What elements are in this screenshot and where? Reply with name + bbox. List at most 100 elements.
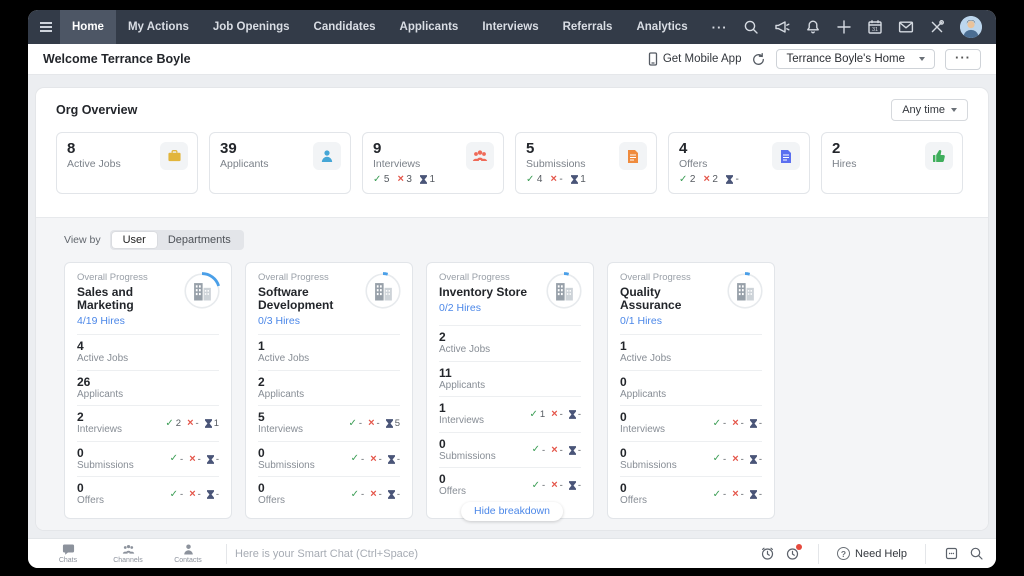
cross-icon: ×	[187, 417, 194, 429]
add-icon[interactable]	[836, 19, 852, 35]
department-card-quality-assurance[interactable]: Overall Progress Quality Assurance 0/1 H…	[607, 262, 775, 519]
hide-breakdown-button[interactable]: Hide breakdown	[461, 502, 563, 521]
stat-card-offers[interactable]: 4 Offers ✓ 2 × 2 -	[668, 132, 810, 194]
setup-icon[interactable]	[929, 19, 945, 35]
dept-row-applicants: 2 Applicants	[258, 369, 400, 406]
chats-button[interactable]: Chats	[38, 543, 98, 564]
dept-row-applicants: 11 Applicants	[439, 360, 581, 397]
channels-group-icon	[122, 544, 134, 554]
dept-row-interviews: 0 Interviews ✓ - × - -	[620, 405, 762, 441]
hourglass-icon	[749, 419, 757, 428]
channels-button[interactable]: Channels	[98, 543, 158, 564]
hourglass-icon	[206, 490, 214, 499]
check-icon: ✓	[531, 444, 541, 455]
dashboard-selector[interactable]: Terrance Boyle's Home	[776, 49, 935, 69]
tab-analytics[interactable]: Analytics	[624, 10, 699, 44]
department-card-sales-and-marketing[interactable]: Overall Progress Sales and Marketing 4/1…	[64, 262, 232, 519]
briefcase-icon	[160, 142, 188, 170]
dept-row-submissions: 0 Submissions ✓ - × - -	[77, 440, 219, 477]
help-icon: ?	[837, 547, 851, 560]
hourglass-icon	[568, 481, 576, 490]
calendar-icon[interactable]: 31	[867, 19, 883, 35]
offers-breakdown: ✓ 2 × 2 -	[679, 173, 739, 186]
history-clock-icon[interactable]	[785, 544, 803, 561]
stat-card-hires[interactable]: 2 Hires	[821, 132, 963, 194]
department-card-inventory-store[interactable]: Overall Progress Inventory Store 0/2 Hir…	[426, 262, 594, 519]
cross-icon: ×	[397, 173, 404, 185]
recent-items-icon[interactable]	[944, 546, 959, 561]
check-icon: ✓	[165, 417, 174, 429]
page-title: Welcome Terrance Boyle	[43, 52, 191, 66]
check-icon: ✓	[169, 488, 179, 500]
divider	[925, 543, 926, 564]
stat-card-active-jobs[interactable]: 8 Active Jobs	[56, 132, 198, 194]
stat-card-applicants[interactable]: 39 Applicants	[209, 132, 351, 194]
dept-row-offers: 0 Offers ✓ - × - -	[620, 476, 762, 512]
hires-link[interactable]: 0/3 Hires	[258, 315, 360, 327]
search-icon[interactable]	[743, 19, 759, 35]
check-icon: ✓	[373, 173, 382, 185]
navbar-actions: 31	[743, 10, 996, 44]
dept-row-interviews: 2 Interviews ✓ 2 × -1	[77, 405, 219, 441]
check-icon: ✓	[526, 173, 535, 185]
tab-candidates[interactable]: Candidates	[302, 10, 388, 44]
hourglass-icon	[204, 419, 212, 428]
stat-card-interviews[interactable]: 9 Interviews ✓ 5 × 3 1	[362, 132, 504, 194]
reminder-clock-icon[interactable]	[760, 546, 775, 561]
dept-row-active-jobs: 2 Active Jobs	[439, 325, 581, 361]
tab-job-openings[interactable]: Job Openings	[201, 10, 302, 44]
cross-icon: ×	[732, 417, 739, 429]
cross-icon: ×	[550, 173, 557, 185]
department-card-software-development[interactable]: Overall Progress Software Development 0/…	[245, 262, 413, 519]
dept-row-offers: 0 Offers ✓ - × - -	[439, 467, 581, 503]
hamburger-menu-icon[interactable]	[32, 10, 60, 44]
notifications-icon[interactable]	[805, 19, 821, 35]
cross-icon: ×	[189, 488, 196, 500]
top-navbar: Home My Actions Job Openings Candidates …	[28, 10, 996, 44]
announcement-icon[interactable]	[774, 19, 790, 35]
hourglass-icon	[568, 445, 576, 455]
header-more-button[interactable]: ···	[945, 48, 981, 70]
view-by-departments-option[interactable]: Departments	[157, 232, 242, 248]
tabs-overflow-button[interactable]: ···	[700, 10, 740, 44]
cross-icon: ×	[551, 408, 558, 420]
refresh-icon[interactable]	[751, 52, 766, 67]
dept-row-submissions: 0 Submissions ✓ - × - -	[620, 440, 762, 477]
view-by-label: View by	[64, 234, 101, 246]
hires-link[interactable]: 4/19 Hires	[77, 315, 179, 327]
department-building-icon	[726, 272, 764, 310]
time-filter-dropdown[interactable]: Any time	[891, 99, 968, 121]
divider	[818, 543, 820, 564]
tab-home[interactable]: Home	[60, 10, 116, 44]
hires-link[interactable]: 0/1 Hires	[620, 315, 722, 327]
cross-icon: ×	[551, 443, 558, 456]
mail-icon[interactable]	[898, 19, 914, 35]
cross-icon: ×	[551, 479, 558, 491]
check-icon: ✓	[531, 479, 541, 491]
check-icon: ✓	[712, 417, 722, 429]
check-icon: ✓	[348, 417, 357, 429]
dept-row-submissions: 0 Submissions ✓ - × - -	[439, 431, 581, 468]
tab-interviews[interactable]: Interviews	[470, 10, 550, 44]
dept-row-interviews: 5 Interviews ✓ - × -5	[258, 405, 400, 441]
dept-row-applicants: 26 Applicants	[77, 369, 219, 406]
stat-card-submissions[interactable]: 5 Submissions ✓ 4 × - 1	[515, 132, 657, 194]
get-mobile-app-button[interactable]: Get Mobile App	[647, 52, 741, 66]
tab-referrals[interactable]: Referrals	[551, 10, 625, 44]
org-overview-panel: Org Overview Any time 8 Active Jobs 39 A…	[36, 88, 988, 530]
dept-row-interviews: 1 Interviews ✓ 1 × - -	[439, 396, 581, 432]
need-help-button[interactable]: ? Need Help	[837, 547, 907, 560]
footer-search-icon[interactable]	[969, 546, 984, 561]
user-avatar[interactable]	[960, 16, 982, 38]
dept-row-active-jobs: 1 Active Jobs	[620, 334, 762, 370]
hourglass-icon	[749, 454, 757, 464]
view-by-user-option[interactable]: User	[111, 232, 157, 248]
hires-link[interactable]: 0/2 Hires	[439, 302, 541, 314]
check-icon: ✓	[350, 453, 360, 464]
contacts-button[interactable]: Contacts	[158, 543, 218, 564]
tab-applicants[interactable]: Applicants	[388, 10, 471, 44]
tab-my-actions[interactable]: My Actions	[116, 10, 201, 44]
smart-chat-input[interactable]	[235, 547, 761, 560]
hourglass-icon	[568, 410, 576, 419]
dept-row-submissions: 0 Submissions ✓ - × - -	[258, 440, 400, 477]
